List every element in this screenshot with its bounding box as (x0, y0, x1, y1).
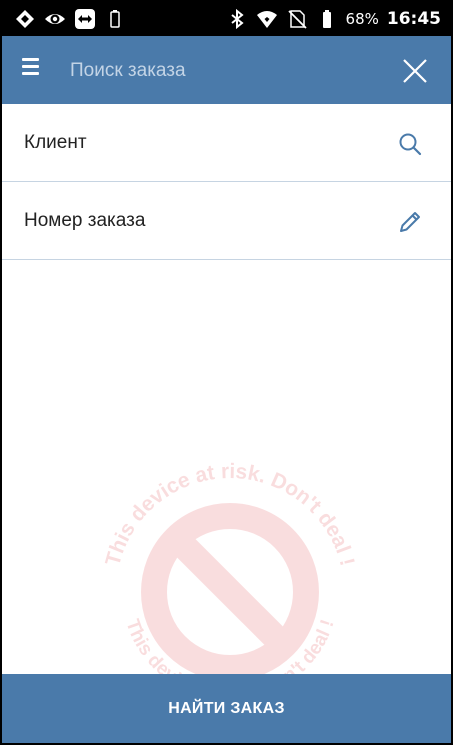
status-bar: 68% 16:45 (2, 2, 451, 36)
device-risk-watermark: This device at risk. Don't deal ! This d… (101, 460, 359, 674)
pencil-icon[interactable] (396, 208, 424, 236)
app-bar (2, 36, 451, 104)
menu-icon[interactable] (22, 58, 48, 84)
eye-icon (44, 8, 66, 30)
teamviewer-icon (74, 8, 96, 30)
status-right-icons: 68% 16:45 (226, 8, 441, 30)
search-filters-panel: Клиент Номер заказа This device at risk.… (2, 104, 451, 674)
client-filter-row[interactable]: Клиент (2, 104, 451, 182)
client-filter-label: Клиент (24, 132, 87, 153)
battery-percent: 68% (345, 10, 379, 28)
find-order-button[interactable]: НАЙТИ ЗАКАЗ (2, 674, 451, 743)
battery-outline-icon (104, 8, 126, 30)
no-sim-icon (286, 8, 308, 30)
diamond-app-icon (14, 8, 36, 30)
order-search-input[interactable] (70, 54, 370, 88)
order-number-filter-label: Номер заказа (24, 210, 146, 231)
status-left-icons (14, 8, 126, 30)
device-screen: 68% 16:45 Клиент Номер заказ (0, 0, 453, 745)
close-icon[interactable] (400, 56, 430, 86)
order-number-filter-row[interactable]: Номер заказа (2, 182, 451, 260)
battery-icon (316, 8, 338, 30)
bluetooth-icon (226, 8, 248, 30)
search-icon[interactable] (396, 130, 424, 158)
status-time: 16:45 (386, 9, 441, 29)
wifi-icon (256, 8, 278, 30)
